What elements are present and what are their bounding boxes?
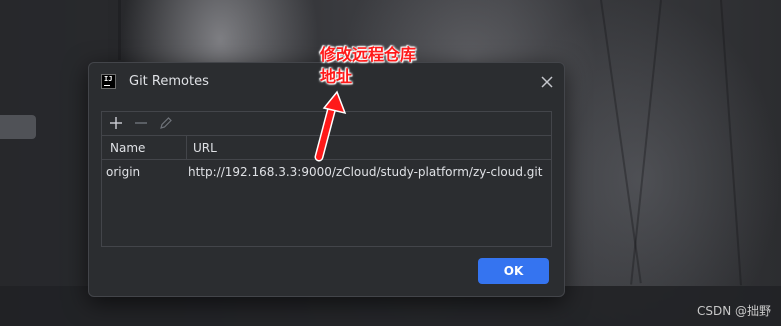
edit-remote-button[interactable] xyxy=(156,114,176,134)
close-icon xyxy=(541,76,553,88)
remove-remote-button[interactable] xyxy=(131,113,151,133)
ide-side-field[interactable] xyxy=(0,115,36,139)
background-strand xyxy=(118,0,121,60)
background-strand xyxy=(720,0,742,286)
dialog-title: Git Remotes xyxy=(129,74,209,89)
remote-name-cell: origin xyxy=(106,165,141,179)
table-row[interactable]: origin http://192.168.3.3:9000/zCloud/st… xyxy=(102,160,551,184)
remotes-panel: Name URL origin http://192.168.3.3:9000/… xyxy=(101,111,552,247)
minus-icon xyxy=(135,122,147,124)
background-strand xyxy=(630,0,662,285)
git-remotes-dialog: IJ Git Remotes Name URL origin http://19… xyxy=(88,62,565,297)
pencil-icon xyxy=(160,117,172,129)
remotes-table-header: Name URL xyxy=(102,136,551,160)
add-remote-button[interactable] xyxy=(106,113,126,133)
plus-icon xyxy=(110,117,122,129)
annotation-text: 修改远程仓库 地址 xyxy=(320,44,450,88)
remote-url-cell: http://192.168.3.3:9000/zCloud/study-pla… xyxy=(188,165,543,179)
intellij-idea-icon: IJ xyxy=(101,74,116,89)
column-header-url[interactable]: URL xyxy=(193,141,217,155)
ok-button[interactable]: OK xyxy=(478,258,549,284)
column-divider xyxy=(186,136,187,159)
column-header-name[interactable]: Name xyxy=(110,141,145,155)
remotes-toolbar xyxy=(102,112,551,136)
annotation-line-1: 修改远程仓库 xyxy=(320,45,417,64)
annotation-line-2: 地址 xyxy=(320,67,353,86)
close-icon[interactable] xyxy=(536,71,558,93)
csdn-watermark: CSDN @拙野 xyxy=(696,304,771,318)
